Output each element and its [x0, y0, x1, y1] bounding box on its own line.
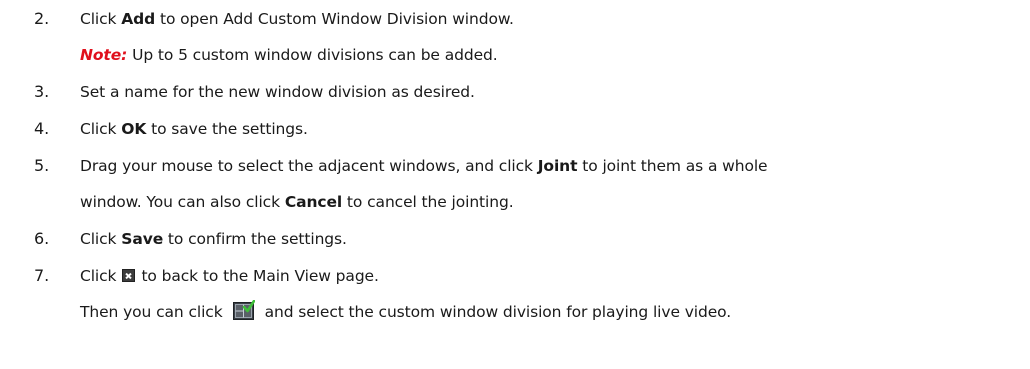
step-text-pre: Click — [80, 10, 122, 28]
step-text-pre: Then you can click — [80, 303, 223, 321]
close-icon — [122, 269, 136, 282]
step-number: 7. — [34, 266, 50, 285]
step-number: 6. — [34, 229, 50, 248]
step-text-post: to joint them as a whole — [577, 157, 768, 175]
step-text-pre: window. You can also click — [80, 193, 285, 211]
joint-label: Joint — [537, 157, 578, 175]
step-text-pre: Drag your mouse to select the adjacent w… — [80, 157, 538, 175]
step-text-post: to save the settings. — [146, 120, 308, 138]
manual-steps: 2. Click Add to open Add Custom Window D… — [0, 0, 1030, 369]
step-number: 4. — [34, 119, 50, 138]
step-text: Set a name for the new window division a… — [80, 83, 475, 101]
cancel-label: Cancel — [284, 193, 343, 211]
note-label: Note: — [80, 46, 128, 64]
step-text: Click to back to the Main View page. — [80, 261, 379, 291]
step-text-pre: Click — [80, 120, 122, 138]
step-text: Then you can click and select the custom… — [80, 297, 731, 327]
step-text-post: to back to the Main View page. — [141, 267, 379, 285]
add-label: Add — [121, 10, 156, 28]
step-text: Drag your mouse to select the adjacent w… — [80, 151, 768, 181]
step-text: window. You can also click Cancel to can… — [80, 187, 514, 217]
step-number: 2. — [34, 9, 50, 28]
step-number: 3. — [34, 82, 50, 101]
step-text-post: to confirm the settings. — [163, 230, 347, 248]
step-text: Click Save to confirm the settings. — [80, 224, 347, 254]
step-number: 5. — [34, 156, 50, 175]
note-text: Note: Up to 5 custom window divisions ca… — [80, 40, 498, 70]
step-text-post: and select the custom window division fo… — [264, 303, 732, 321]
step-text-post: to open Add Custom Window Division windo… — [155, 10, 514, 28]
step-text-post: to cancel the jointing. — [342, 193, 514, 211]
step-text-pre: Click — [80, 230, 122, 248]
step-text-pre: Click — [80, 267, 117, 285]
save-label: Save — [121, 230, 164, 248]
step-text: Click OK to save the settings. — [80, 114, 308, 144]
window-division-icon — [232, 300, 255, 320]
note-body: Up to 5 custom window divisions can be a… — [127, 46, 498, 64]
step-text: Click Add to open Add Custom Window Divi… — [80, 4, 514, 34]
ok-label: OK — [121, 120, 147, 138]
